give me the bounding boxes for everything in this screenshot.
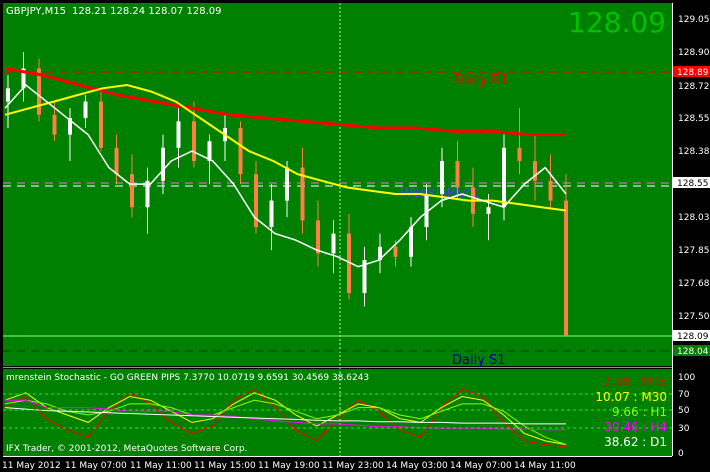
candle-body[interactable] (238, 127, 243, 175)
candle-body[interactable] (161, 147, 165, 181)
candle-body[interactable] (455, 160, 460, 188)
daily-s1-label: Daily S1 (452, 353, 506, 368)
time-tick: 14 May 03:00 (386, 461, 448, 471)
readout-m15: 7.38 : M15 (603, 375, 667, 389)
candle-body[interactable] (393, 246, 398, 257)
candle-body[interactable] (316, 220, 320, 254)
stoch-tick: 0 (678, 449, 684, 459)
stoch-tick: 70 (678, 390, 690, 400)
readout-m30: 10.07 : M30 (595, 390, 667, 404)
stoch-tick: 30 (678, 424, 690, 434)
time-tick: 11 May 2012 (2, 461, 61, 471)
copyright-text: IFX Trader, © 2001-2012, MetaQuotes Soft… (6, 444, 247, 454)
price-tick: 128.38 (678, 147, 710, 157)
candle-body[interactable] (83, 101, 88, 119)
candle-body[interactable] (564, 200, 568, 336)
candle-body[interactable] (192, 121, 196, 161)
big-price-readout: 128.09 (568, 6, 666, 39)
price-tick: 128.72 (678, 82, 710, 92)
time-tick: 14 May 11:00 (514, 461, 576, 471)
candle-body[interactable] (52, 114, 57, 135)
price-tag-s1-label: 128.04 (677, 347, 709, 357)
price-tick: 128.55 (678, 114, 710, 124)
price-tick: 127.68 (678, 279, 710, 289)
candle-body[interactable] (269, 200, 274, 228)
price-tag-pivot-label: 128.55 (677, 179, 709, 189)
time-tick: 11 May 19:00 (258, 461, 320, 471)
price-tick: 128.90 (678, 48, 710, 58)
stoch-tick: 50 (678, 406, 690, 416)
candle-body[interactable] (6, 88, 10, 102)
candle-body[interactable] (285, 167, 289, 201)
trading-chart[interactable]: Daily R1 WeeklyPivot Daily S1 GBPJPY,M15… (0, 0, 710, 472)
candle-body[interactable] (486, 207, 491, 214)
time-tick: 11 May 23:00 (322, 461, 384, 471)
readout-d1: 38.62 : D1 (604, 435, 667, 449)
candle-body[interactable] (517, 147, 522, 161)
price-tick: 127.50 (678, 312, 710, 322)
candle-body[interactable] (130, 174, 134, 208)
time-tick: 11 May 15:00 (194, 461, 256, 471)
time-tick: 11 May 11:00 (130, 461, 192, 471)
candle-body[interactable] (114, 147, 119, 175)
candle-body[interactable] (99, 101, 103, 148)
candle-body[interactable] (409, 227, 413, 257)
ohlc-readout: 128.21 128.24 128.07 128.09 (72, 6, 222, 17)
readout-h4: 30.46 : H4 (604, 420, 667, 434)
readout-h1: 9.66 : H1 (612, 405, 667, 419)
candle-body[interactable] (502, 147, 506, 208)
price-tick: 128.03 (678, 213, 710, 223)
candle-body[interactable] (533, 160, 537, 181)
price-tick: 129.05 (678, 15, 710, 25)
candle-body[interactable] (331, 233, 336, 254)
candle-body[interactable] (548, 180, 553, 201)
price-tick: 127.85 (678, 246, 710, 256)
time-tick: 11 May 07:00 (65, 461, 127, 471)
stoch-tick: 100 (678, 373, 695, 383)
daily-r1-label: Daily R1 (454, 73, 508, 88)
candle-body[interactable] (176, 121, 181, 148)
price-tag-r1-label: 128.89 (677, 68, 709, 78)
time-tick: 14 May 07:00 (450, 461, 512, 471)
symbol-label: GBPJPY,M15 (6, 6, 66, 17)
candle-body[interactable] (440, 160, 444, 195)
price-tag-bid-label: 128.09 (677, 332, 709, 342)
indicator-title: mrenstein Stochastic - GO GREEN PIPS 7.3… (6, 373, 369, 383)
